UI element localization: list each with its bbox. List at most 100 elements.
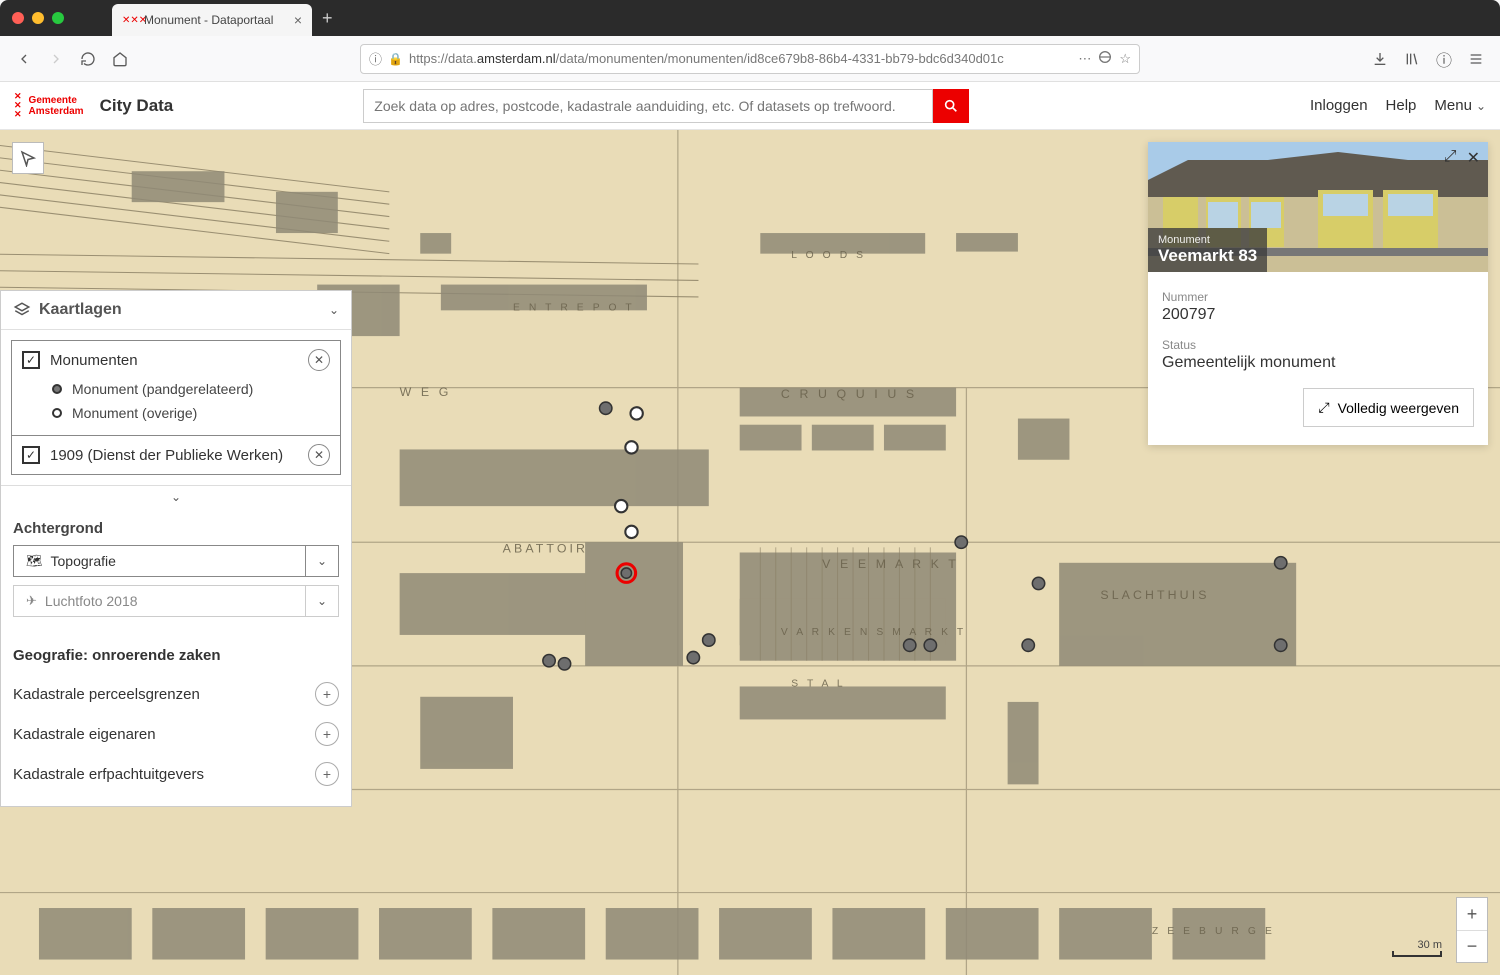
background-topografie-dropdown[interactable]: ⌄ [305,545,339,577]
geo-row-eigenaren: Kadastrale eigenaren [13,726,315,743]
reload-button[interactable] [78,49,98,69]
map-tool-button[interactable] [12,142,44,174]
geo-section-label: Geografie: onroerende zaken [13,647,339,664]
info-icon: ⓘ [369,49,382,68]
zoom-in-button[interactable]: + [1457,898,1487,930]
geo-row-perceelsgrenzen: Kadastrale perceelsgrenzen [13,686,315,703]
add-layer-eigenaren[interactable]: + [315,722,339,746]
svg-text:V A R K E N S M A R K T: V A R K E N S M A R K T [781,627,966,638]
tab-close-icon[interactable]: × [294,12,302,28]
search-icon [943,98,959,114]
menu-link[interactable]: Menu⌄ [1434,97,1486,114]
tab-title: Monument - Dataportaal [144,13,286,27]
nummer-value: 200797 [1162,306,1474,324]
url-bar[interactable]: ⓘ 🔒 https://data.amsterdam.nl/data/monum… [360,44,1140,74]
chevron-down-icon: ⌄ [1476,99,1486,113]
geo-row-erfpacht: Kadastrale erfpachtuitgevers [13,766,315,783]
detail-panel: ⤢ ✕ [1148,142,1488,445]
window-close-button[interactable] [12,12,24,24]
window-minimize-button[interactable] [32,12,44,24]
layers-collapse-toggle[interactable]: ⌄ [1,485,351,508]
bookmark-star-icon[interactable]: ☆ [1119,51,1131,67]
svg-text:SLACHTHUIS: SLACHTHUIS [1100,588,1209,602]
svg-text:V E E M A R K T: V E E M A R K T [822,557,959,571]
legend-dot-hollow-icon [52,408,62,418]
background-luchtfoto-button[interactable]: ✈Luchtfoto 2018 [13,585,305,617]
status-value: Gemeentelijk monument [1162,354,1474,372]
browser-toolbar: ⓘ 🔒 https://data.amsterdam.nl/data/monum… [0,36,1500,82]
full-view-button[interactable]: ⤢ Volledig weergeven [1303,388,1474,427]
org-name: GemeenteAmsterdam [29,95,84,117]
status-label: Status [1162,338,1474,352]
url-text: https://data.amsterdam.nl/data/monumente… [409,51,1072,66]
logo[interactable]: ✕✕✕ GemeenteAmsterdam [14,92,84,119]
forward-button[interactable] [46,49,66,69]
map[interactable]: W E G C R U Q U I U S ABATTOIR V E E M A… [0,130,1500,975]
amsterdam-crosses-icon: ✕✕✕ [14,92,21,119]
lock-icon: 🔒 [388,52,403,66]
svg-text:W E G: W E G [400,385,452,399]
checkbox-1909[interactable]: ✓ [22,446,40,464]
library-icon[interactable] [1402,49,1422,69]
expand-icon[interactable]: ⤢ [1444,148,1457,168]
background-luchtfoto-dropdown[interactable]: ⌄ [305,585,339,617]
detail-photo: Monument Veemarkt 83 [1148,142,1488,272]
layers-icon [13,301,31,319]
background-section-label: Achtergrond [13,520,339,537]
checkbox-monumenten[interactable]: ✓ [22,351,40,369]
search-button[interactable] [933,89,969,123]
background-topografie-button[interactable]: 🗺Topografie [13,545,305,577]
browser-tab-strip: ✕✕✕ Monument - Dataportaal × + [0,0,1500,36]
downloads-icon[interactable] [1370,49,1390,69]
detail-title: Veemarkt 83 [1158,246,1257,266]
plane-icon: ✈ [26,593,37,609]
scale-bar: 30 m [1392,939,1442,957]
reader-mode-icon[interactable] [1097,49,1113,68]
layers-panel: Kaartlagen ⌄ ✓ Monumenten ✕ Monument (pa… [0,290,352,807]
layer-label-monumenten: Monumenten [50,352,298,369]
app-header: ✕✕✕ GemeenteAmsterdam City Data Inloggen… [0,82,1500,130]
login-link[interactable]: Inloggen [1310,97,1368,114]
svg-text:C R U Q U I U S: C R U Q U I U S [781,387,917,401]
zoom-out-button[interactable]: − [1457,930,1487,962]
chevron-down-icon: ⌄ [317,554,327,568]
chevron-down-icon: ⌄ [317,594,327,608]
remove-layer-1909[interactable]: ✕ [308,444,330,466]
new-tab-button[interactable]: + [322,8,333,29]
layer-label-1909: 1909 (Dienst der Publieke Werken) [50,447,298,464]
favicon-icon: ✕✕✕ [122,13,136,27]
remove-layer-monumenten[interactable]: ✕ [308,349,330,371]
back-button[interactable] [14,49,34,69]
home-button[interactable] [110,49,130,69]
map-icon: 🗺 [26,553,43,569]
browser-tab[interactable]: ✕✕✕ Monument - Dataportaal × [112,4,312,36]
layers-title: Kaartlagen [39,301,321,319]
layers-header[interactable]: Kaartlagen ⌄ [1,291,351,330]
compass-icon [19,149,37,167]
scale-label: 30 m [1418,939,1442,951]
svg-text:E N T R E P O T: E N T R E P O T [513,302,635,313]
svg-text:Z E E B U R G E: Z E E B U R G E [1152,926,1275,937]
account-icon[interactable]: ⓘ [1434,49,1454,69]
svg-text:L O O D S: L O O D S [791,250,866,261]
svg-text:ABATTOIR: ABATTOIR [503,542,588,556]
detail-type-label: Monument [1158,234,1257,246]
expand-icon: ⤢ [1318,399,1329,416]
page-action-dots-icon[interactable]: ⋯ [1078,51,1091,67]
chevron-down-icon: ⌄ [329,303,339,317]
add-layer-erfpacht[interactable]: + [315,762,339,786]
svg-text:S T A L: S T A L [791,678,845,689]
nummer-label: Nummer [1162,290,1474,304]
app-title: City Data [100,96,174,116]
add-layer-perceelsgrenzen[interactable]: + [315,682,339,706]
legend-dot-filled-icon [52,384,62,394]
help-link[interactable]: Help [1386,97,1417,114]
search-input[interactable] [363,89,933,123]
close-icon[interactable]: ✕ [1467,148,1480,168]
zoom-control: + − [1456,897,1488,963]
window-maximize-button[interactable] [52,12,64,24]
legend-related: Monument (pandgerelateerd) [52,377,330,401]
legend-other: Monument (overige) [52,401,330,425]
chevron-down-icon: ⌄ [171,490,181,504]
hamburger-menu-icon[interactable] [1466,49,1486,69]
